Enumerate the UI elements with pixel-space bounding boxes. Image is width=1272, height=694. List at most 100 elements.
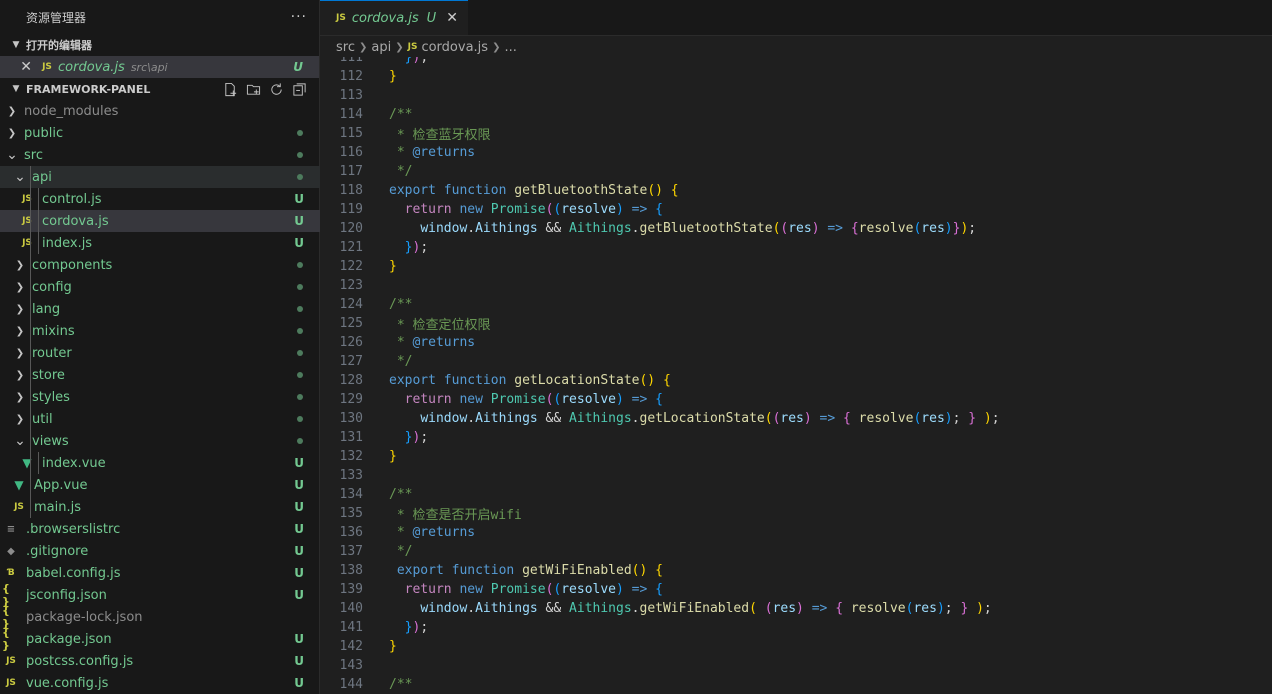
tree-item[interactable]: JS control.js U <box>0 188 320 210</box>
more-actions-icon[interactable]: ··· <box>291 9 307 25</box>
breadcrumb-src[interactable]: src <box>336 40 355 55</box>
tree-item[interactable]: ❯ styles <box>0 386 320 408</box>
tree-item[interactable]: JS main.js U <box>0 496 320 518</box>
tree-item-label: package-lock.json <box>26 609 143 625</box>
tree-item[interactable]: ❯ store <box>0 364 320 386</box>
modified-dot <box>297 152 303 158</box>
code-line: 135 * 检查是否开启wifi <box>320 504 522 523</box>
indent-guide <box>30 408 31 430</box>
code-text: /** <box>389 107 413 122</box>
tree-item[interactable]: ❯ mixins <box>0 320 320 342</box>
breadcrumb-api[interactable]: api <box>371 40 391 55</box>
indent-guide <box>38 210 39 232</box>
breadcrumb-file[interactable]: cordova.js <box>421 40 488 55</box>
close-icon[interactable]: ✕ <box>0 59 38 75</box>
line-number: 144 <box>339 677 363 692</box>
tree-item[interactable]: ⌄ views <box>0 430 320 452</box>
git-icon: ◆ <box>7 545 15 557</box>
code-line: 116 * @returns <box>320 143 476 162</box>
code-editor[interactable]: 111 }); 112} 113 114/** 115 * 检查蓝牙权限 116 * @r… <box>320 57 1272 694</box>
modified-dot <box>297 262 303 268</box>
tree-item[interactable]: ▼ index.vue U <box>0 452 320 474</box>
untracked-badge: U <box>294 478 304 492</box>
line-number: 137 <box>339 544 363 559</box>
code-text: return new Promise((resolve) => { <box>404 392 663 407</box>
tree-item[interactable]: ❯ public <box>0 122 320 144</box>
tree-item-label: styles <box>32 389 70 405</box>
new-file-icon[interactable] <box>223 82 238 97</box>
chevron-down-icon: ⌄ <box>14 169 26 185</box>
tree-item[interactable]: ⌄ api <box>0 166 320 188</box>
code-text: } <box>389 259 397 274</box>
line-number: 120 <box>339 221 363 236</box>
tree-item[interactable]: JS postcss.config.js U <box>0 650 320 672</box>
tree-item[interactable]: JS vue.config.js U <box>0 672 320 694</box>
tree-item[interactable]: { } jsconfig.json U <box>0 582 320 608</box>
modified-dot <box>297 438 303 444</box>
code-text: /** <box>389 677 413 692</box>
code-text: return new Promise((resolve) => { <box>404 202 663 217</box>
tree-item[interactable]: ≡ .browserslistrc U <box>0 518 320 540</box>
indent-guide <box>30 188 31 210</box>
line-number: 112 <box>339 69 363 84</box>
open-editor-path: src\api <box>130 60 168 74</box>
code-line: 139 return new Promise((resolve) => { <box>320 580 663 599</box>
code-line: 126 * @returns <box>320 333 476 352</box>
breadcrumb-more[interactable]: ... <box>504 40 516 55</box>
open-editors-section[interactable]: ▼ 打开的编辑器 <box>0 34 319 56</box>
line-number: 121 <box>339 240 363 255</box>
chevron-down-icon: ▼ <box>12 84 20 94</box>
code-line: 131 }); <box>320 428 429 447</box>
tree-item-label: main.js <box>34 499 81 515</box>
code-text: window.Aithings && Aithings.getBluetooth… <box>420 221 977 236</box>
js-file-icon: JS <box>22 238 32 248</box>
tree-item[interactable]: ❯ node_modules <box>0 100 320 122</box>
modified-dot <box>297 394 303 400</box>
indent-guide <box>38 232 39 254</box>
tree-item[interactable]: ▼ App.vue U <box>0 474 320 496</box>
code-text: }); <box>404 430 429 445</box>
new-folder-icon[interactable] <box>246 82 261 97</box>
file-tree: ❯ node_modules ❯ public ⌄ src ⌄ api JS control.js… <box>0 100 320 694</box>
code-line: 113 <box>320 86 363 105</box>
chevron-right-icon: ❯ <box>492 41 501 53</box>
line-number: 128 <box>339 373 363 388</box>
tab-cordova-js[interactable]: JS cordova.js U ✕ <box>320 0 468 35</box>
code-line: 127 */ <box>320 352 413 371</box>
line-number: 123 <box>339 278 363 293</box>
chevron-right-icon: ❯ <box>7 127 17 139</box>
js-file-icon: JS <box>407 42 418 52</box>
tree-item[interactable]: JS cordova.js U <box>0 210 320 232</box>
collapse-all-icon[interactable] <box>292 82 307 97</box>
tree-item[interactable]: ❯ lang <box>0 298 320 320</box>
tree-item[interactable]: ⌄ src <box>0 144 320 166</box>
tree-item[interactable]: { } package-lock.json <box>0 604 320 630</box>
tree-item[interactable]: ◆ .gitignore U <box>0 540 320 562</box>
tree-item[interactable]: ❯ router <box>0 342 320 364</box>
tree-item[interactable]: ❯ components <box>0 254 320 276</box>
chevron-right-icon: ❯ <box>15 281 25 293</box>
code-line: 117 */ <box>320 162 413 181</box>
tree-item-label: App.vue <box>34 477 88 493</box>
line-number: 134 <box>339 487 363 502</box>
tab-bar: JS cordova.js U ✕ <box>320 0 1272 36</box>
tree-item[interactable]: Ɓbabel.config.js U <box>0 562 320 584</box>
project-section[interactable]: ▼ FRAMEWORK-PANEL <box>0 78 319 100</box>
tree-item[interactable]: ❯ util <box>0 408 320 430</box>
line-number: 127 <box>339 354 363 369</box>
code-line: 120 window.Aithings && Aithings.getBluet… <box>320 219 977 238</box>
tree-item[interactable]: JS index.js U <box>0 232 320 254</box>
open-editor-item[interactable]: ✕ JS cordova.js src\api U <box>0 56 319 78</box>
tree-item[interactable]: ❯ config <box>0 276 320 298</box>
editor-area: JS cordova.js U ✕ src ❯ api ❯ JS cordova… <box>320 0 1272 694</box>
chevron-right-icon: ❯ <box>15 369 25 381</box>
js-file-icon: JS <box>42 62 52 72</box>
code-text: }); <box>404 240 429 255</box>
refresh-icon[interactable] <box>269 82 284 97</box>
line-number: 119 <box>339 202 363 217</box>
code-line: 142} <box>320 637 397 656</box>
tree-item[interactable]: { } package.json U <box>0 626 320 652</box>
js-file-icon: JS <box>22 194 32 204</box>
chevron-right-icon: ❯ <box>395 41 404 53</box>
close-icon[interactable]: ✕ <box>446 10 458 26</box>
